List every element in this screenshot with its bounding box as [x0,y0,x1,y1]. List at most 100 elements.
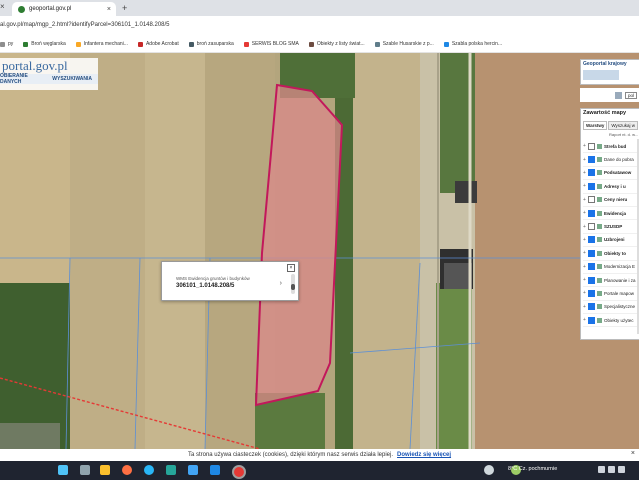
overview-map[interactable] [583,70,619,80]
layer-icon [597,317,602,323]
taskbar: 8°C Cz. pochmurnie [0,461,639,480]
identify-popup: × WMS Ewidencja gruntów i budynków 30610… [161,261,299,301]
layer-name: Obiekty użytec [604,317,634,323]
parcel-id[interactable]: 306101_1.0148.208/5 [176,283,234,289]
layer-row[interactable]: + Dane do pobra [583,153,639,167]
layer-icon [597,183,602,189]
layer-name: Ceny nieru [604,197,628,203]
tab-title: geoportal.gov.pl [29,6,72,12]
layer-icon [597,277,602,283]
bookmark-item[interactable]: broń zasuparska [188,41,234,47]
bookmark-item[interactable]: py [0,41,13,47]
window-close-icon[interactable]: × [0,2,5,11]
layer-checkbox[interactable] [588,236,595,244]
layer-name: Adresy i u [604,183,626,189]
cookie-close-icon[interactable]: × [631,450,635,457]
layer-checkbox[interactable] [588,223,595,231]
layer-icon [597,143,602,149]
chrome-icon[interactable] [232,465,246,479]
bookmark-label: Infantera mechani... [83,41,128,47]
tool-icon[interactable] [614,91,622,99]
layer-row[interactable]: + SZUSDP [583,220,639,234]
tray-weather-text[interactable]: 8°C Cz. pochmurnie [508,466,557,472]
layers-column-header: Raport nt. d. w... [609,132,639,137]
layer-row[interactable]: + Strefa bud [583,140,639,154]
layer-name: SZUSDP [604,224,623,230]
language-select[interactable]: pol [624,91,637,99]
popup-close-icon[interactable]: × [287,264,295,272]
edge-icon[interactable] [144,465,154,475]
bookmark-item[interactable]: Adobe Acrobat [137,41,179,47]
start-icon[interactable] [58,465,68,475]
bookmark-item[interactable]: Infantera mechani... [75,41,128,47]
bookmark-item[interactable]: SERWIS BLOG SMA [243,41,299,47]
new-tab-button[interactable]: + [122,3,127,13]
bookmark-icon [188,41,194,47]
weather-icon[interactable] [484,465,494,475]
layer-row[interactable]: + Podsatawow [583,167,639,181]
layer-row[interactable]: + Adresy i u [583,180,639,194]
mail-icon[interactable] [188,465,198,475]
layer-row[interactable]: + Modernizacja E [583,261,639,274]
layer-checkbox[interactable] [588,276,595,284]
url-text[interactable]: al.gov.pl/map/mgp_2.html?identifyParcel=… [0,22,170,28]
bookmark-item[interactable]: Szabla polska hercin... [443,41,502,47]
layer-row[interactable]: + Ewidencja [583,207,639,221]
layer-row[interactable]: + Ceny nieru [583,194,639,207]
layer-row[interactable]: + Obiekty to [583,247,639,261]
layer-checkbox[interactable] [588,182,595,190]
bookmark-item[interactable]: Obiekty z listy świat... [308,41,365,47]
layer-checkbox[interactable] [588,196,595,204]
chevron-up-icon[interactable] [598,466,605,473]
layer-row[interactable]: + Obiekty użytec [583,314,639,328]
layer-row[interactable]: + Planowanie i za [583,274,639,288]
browser-tab[interactable]: geoportal.gov.pl × [12,2,116,16]
layer-checkbox[interactable] [588,169,595,177]
store-icon[interactable] [166,465,176,475]
layer-checkbox[interactable] [588,156,595,164]
layer-row[interactable]: + Specjalistyczne [583,301,639,315]
layer-icon [597,210,602,216]
bookmark-icon [443,41,449,47]
map-view[interactable] [0,53,639,449]
layer-checkbox[interactable] [588,303,595,311]
layer-icon [597,157,602,163]
layer-name: Specjalistyczne [604,304,636,310]
cookie-more-link[interactable]: Dowiedz się więcej [397,452,451,458]
popup-scroll-thumb[interactable] [291,284,295,290]
panel-toolbar: pol [580,88,639,102]
bookmark-item[interactable]: Szable Husarskie z p... [374,41,434,47]
layer-row[interactable]: + Uzbrojeni [583,234,639,248]
layer-checkbox[interactable] [588,263,595,271]
volume-icon[interactable] [618,466,625,473]
layer-checkbox[interactable] [588,289,595,297]
chevron-right-icon[interactable]: › [280,280,282,287]
menu-wyszukiwania[interactable]: WYSZUKIWANIA [52,76,92,82]
popup-scrollbar[interactable] [291,274,295,294]
layer-checkbox[interactable] [588,209,595,217]
bookmark-label: Obiekty z listy świat... [316,41,365,47]
tab-wyszukaj[interactable]: Wyszukaj w [608,121,639,130]
favicon-icon [18,5,25,13]
firefox-icon[interactable] [122,465,132,475]
bookmark-label: Broń węglarska [31,41,66,47]
bookmark-icon [308,41,314,47]
layer-checkbox[interactable] [588,249,595,257]
layer-checkbox[interactable] [588,316,595,324]
aerial-imagery [0,53,639,449]
tab-close-icon[interactable]: × [107,6,111,13]
bookmarks-bar: py Broń węglarska Infantera mechani... Adob… [0,36,639,53]
task-view-icon[interactable] [80,465,90,475]
layer-name: Portale mapow [604,290,635,296]
network-icon[interactable] [608,466,615,473]
tab-warstwy[interactable]: Warstwy [583,121,608,130]
popup-header: WMS Ewidencja gruntów i budynków [176,276,250,281]
file-explorer-icon[interactable] [100,465,110,475]
geoportal-logo: portal.gov.pl OBIERANIE DANYCH WYSZUKIWA… [0,58,98,90]
outlook-icon[interactable] [210,465,220,475]
layer-row[interactable]: + Portale mapow [583,287,639,301]
address-bar[interactable]: al.gov.pl/map/mgp_2.html?identifyParcel=… [0,16,639,36]
bookmark-item[interactable]: Broń węglarska [23,41,66,47]
layer-checkbox[interactable] [588,142,595,150]
menu-pobieranie-danych[interactable]: OBIERANIE DANYCH [0,73,46,85]
